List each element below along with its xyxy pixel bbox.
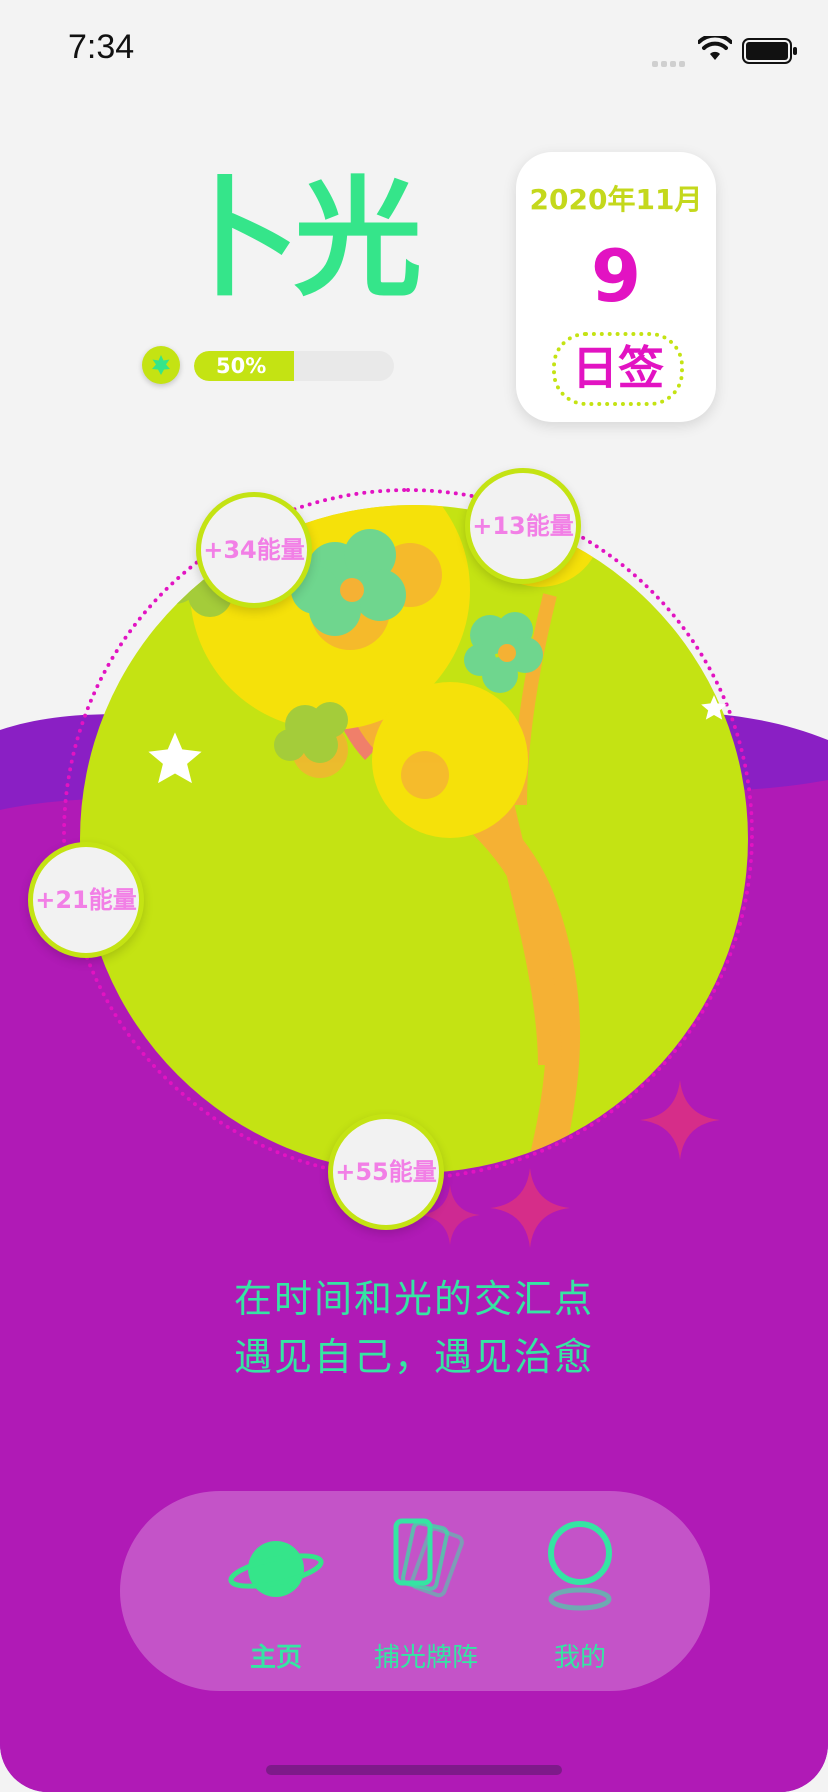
tab-bar: 主页 捕光牌阵 我的 xyxy=(120,1491,710,1691)
tab-cards-label: 捕光牌阵 xyxy=(373,1643,478,1673)
calendar-month: 2020年11月 xyxy=(529,183,703,216)
tab-home-label: 主页 xyxy=(249,1643,302,1673)
tab-profile[interactable]: 我的 xyxy=(510,1515,650,1675)
energy-bubble[interactable]: +21能量 xyxy=(28,842,144,958)
energy-progress-bar: 50% xyxy=(194,351,394,381)
small-star-icon xyxy=(701,695,727,720)
energy-bubble[interactable]: +13能量 xyxy=(465,468,581,584)
energy-progress-label: 50% xyxy=(216,354,267,378)
profile-ring-icon xyxy=(548,1521,612,1611)
tree-artwork xyxy=(151,505,602,1173)
status-bar: 7:34 xyxy=(0,0,828,100)
calendar-day: 9 xyxy=(590,234,642,318)
sparkle-icon xyxy=(640,1080,720,1160)
home-screen: 7:34 卜光 50% 2020年11月 9 日签 +34能量 +13能量 +2… xyxy=(0,0,828,1792)
tab-home[interactable]: 主页 xyxy=(206,1515,346,1675)
app-logo: 卜光 xyxy=(172,165,422,314)
tab-profile-label: 我的 xyxy=(553,1643,606,1673)
energy-bubble[interactable]: +55能量 xyxy=(328,1114,444,1230)
slogan-line-2: 遇见自己，遇见治愈 xyxy=(233,1335,594,1379)
battery-icon xyxy=(742,38,797,64)
energy-star-icon xyxy=(152,355,170,375)
daily-sign-button[interactable]: 日签 xyxy=(552,332,684,406)
energy-bubble[interactable]: +34能量 xyxy=(196,492,312,608)
tab-cards[interactable]: 捕光牌阵 xyxy=(356,1515,496,1675)
home-indicator[interactable] xyxy=(266,1765,562,1775)
white-star-icon xyxy=(148,732,202,784)
sparkle-icon xyxy=(490,1168,570,1248)
slogan-line-1: 在时间和光的交汇点 xyxy=(233,1277,594,1321)
daily-sign-card[interactable]: 2020年11月 9 日签 xyxy=(516,152,716,422)
tree-illustration xyxy=(80,505,748,1173)
signal-icon xyxy=(652,52,688,71)
wifi-icon xyxy=(698,36,732,60)
planet-icon xyxy=(228,1541,324,1597)
cards-icon xyxy=(393,1518,464,1598)
energy-badge xyxy=(142,346,180,384)
status-time: 7:34 xyxy=(68,28,135,66)
